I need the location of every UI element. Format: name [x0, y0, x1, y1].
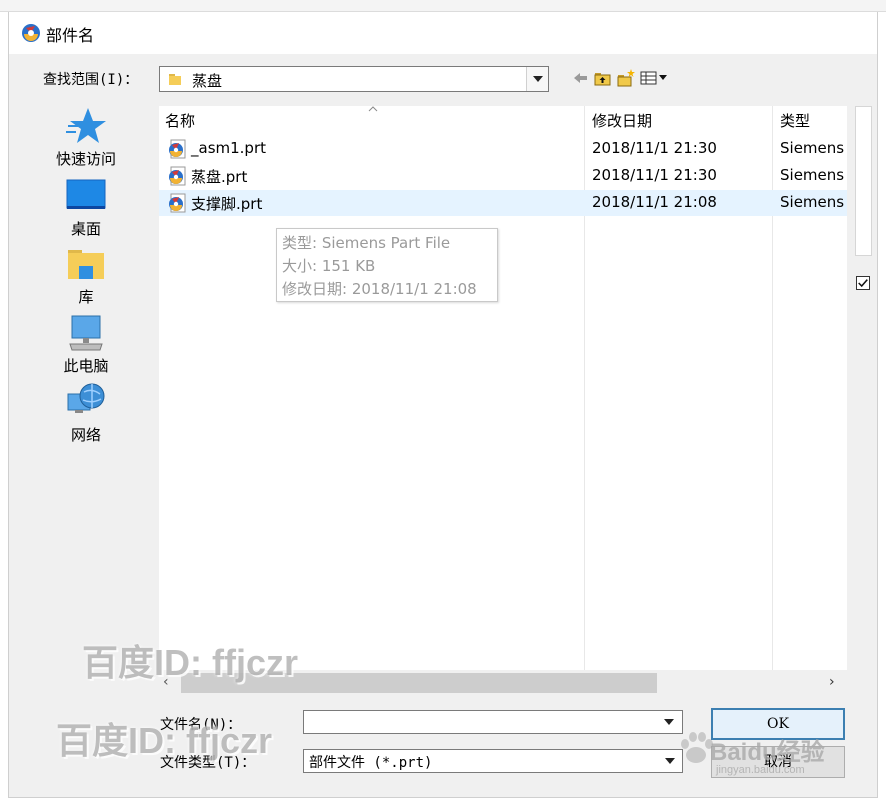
scroll-right-icon[interactable]: ›	[829, 674, 835, 690]
place-label: 库	[78, 288, 94, 306]
checkbox-checked-icon[interactable]	[856, 276, 870, 290]
watermark-text: 百度ID: ffjczr	[56, 720, 273, 761]
new-folder-icon[interactable]	[615, 67, 637, 89]
nx-app-icon	[22, 24, 40, 42]
file-type: Siemens	[780, 193, 845, 211]
place-library[interactable]: 库	[48, 244, 124, 310]
chevron-down-icon	[665, 758, 675, 764]
file-type: Siemens	[780, 139, 845, 157]
place-this-pc[interactable]: 此电脑	[48, 313, 124, 379]
place-network[interactable]: 网络	[48, 382, 124, 448]
place-label: 桌面	[70, 220, 101, 238]
file-list[interactable]: 名称 修改日期 类型 _asm1.prt 2018/11/1 21:30 Sie…	[159, 106, 847, 670]
chevron-down-icon	[664, 719, 674, 725]
watermark-text: 百度ID: ffjczr	[82, 642, 299, 683]
view-menu-icon[interactable]	[638, 67, 670, 89]
file-date: 2018/11/1 21:08	[592, 193, 717, 211]
tooltip-size: 大小: 151 KB	[282, 257, 376, 275]
tooltip-modified: 修改日期: 2018/11/1 21:08	[282, 280, 477, 298]
desktop-icon	[66, 179, 106, 209]
lookin-value: 蒸盘	[192, 72, 223, 90]
place-label: 网络	[70, 426, 101, 444]
file-date: 2018/11/1 21:30	[592, 166, 717, 184]
lookin-dropdown-button[interactable]	[526, 67, 548, 91]
title-bar[interactable]: 部件名	[8, 12, 878, 52]
window-title: 部件名	[46, 26, 95, 45]
vertical-scroll-thumb[interactable]	[855, 106, 872, 256]
folder-icon	[169, 74, 181, 85]
lookin-combobox[interactable]: 蒸盘	[159, 66, 549, 92]
library-icon	[68, 250, 104, 279]
network-icon	[67, 383, 105, 413]
file-info-tooltip: 类型: Siemens Part File 大小: 151 KB 修改日期: 2…	[276, 228, 498, 302]
file-row[interactable]: 蒸盘.prt 2018/11/1 21:30 Siemens	[159, 163, 847, 189]
nx-part-file-icon	[169, 139, 186, 159]
frame-border-left	[8, 12, 9, 798]
filetype-select[interactable]: 部件文件 (*.prt)	[303, 749, 683, 773]
back-arrow-icon[interactable]	[570, 67, 592, 89]
frame-border-right	[877, 12, 878, 798]
file-date: 2018/11/1 21:30	[592, 139, 717, 157]
nx-part-file-icon	[169, 166, 186, 186]
file-type: Siemens	[780, 166, 845, 184]
navigation-toolbar	[570, 67, 680, 89]
filetype-value: 部件文件 (*.prt)	[309, 755, 433, 771]
place-label: 此电脑	[63, 357, 109, 375]
nx-part-file-icon	[169, 193, 186, 213]
column-header-date[interactable]: 修改日期	[592, 110, 652, 131]
column-header-name[interactable]: 名称	[165, 110, 195, 131]
column-header-type[interactable]: 类型	[780, 110, 810, 131]
place-label: 快速访问	[55, 150, 116, 168]
vertical-scrollbar[interactable]	[855, 106, 872, 286]
quick-access-star-icon	[66, 108, 106, 143]
file-row-hovered[interactable]: 支撑脚.prt 2018/11/1 21:08 Siemens	[159, 190, 847, 216]
dialog-window: 部件名 查找范围(I)： 蒸盘 快速访问 桌面 库 此电脑 网络 名称 修改日期…	[0, 0, 886, 806]
background-window-strip	[0, 0, 886, 12]
place-quick-access[interactable]: 快速访问	[48, 106, 124, 172]
baidu-jingyan-watermark: Baidu经验 jingyan.baidu.com	[676, 728, 846, 788]
baidu-url-text: jingyan.baidu.com	[716, 764, 805, 776]
file-name: 支撑脚.prt	[191, 195, 263, 213]
this-pc-icon	[69, 315, 103, 351]
baidu-logo-text: Baidu经验	[710, 739, 825, 766]
up-folder-icon[interactable]	[592, 67, 614, 89]
file-name: 蒸盘.prt	[191, 168, 248, 186]
lookin-label: 查找范围(I)：	[43, 72, 139, 88]
frame-border-bottom	[8, 797, 878, 798]
filename-input[interactable]	[303, 710, 683, 734]
sort-ascending-icon	[368, 106, 378, 112]
tooltip-type: 类型: Siemens Part File	[282, 234, 451, 252]
file-name: _asm1.prt	[191, 139, 266, 157]
place-desktop[interactable]: 桌面	[48, 176, 124, 242]
file-row[interactable]: _asm1.prt 2018/11/1 21:30 Siemens	[159, 136, 847, 162]
chevron-down-icon	[533, 76, 543, 82]
